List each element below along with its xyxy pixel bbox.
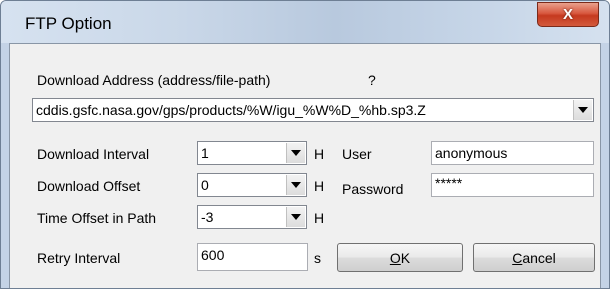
ok-label: K xyxy=(400,249,411,266)
ok-button[interactable]: OK xyxy=(337,243,463,272)
download-interval-value: 1 xyxy=(201,145,209,161)
download-offset-unit: H xyxy=(314,178,325,194)
download-address-combobox[interactable]: cddis.gsfc.nasa.gov/gps/products/%W/igu_… xyxy=(32,98,594,122)
download-offset-combobox[interactable]: 0 xyxy=(197,173,307,197)
user-field[interactable]: anonymous xyxy=(431,141,594,165)
time-offset-value: -3 xyxy=(201,209,214,225)
cancel-mnemonic: C xyxy=(512,249,523,266)
download-address-value: cddis.gsfc.nasa.gov/gps/products/%W/igu_… xyxy=(36,102,426,118)
help-icon[interactable]: ? xyxy=(368,72,376,88)
close-button[interactable]: X xyxy=(537,2,599,27)
password-field[interactable]: ***** xyxy=(431,173,594,197)
download-address-label: Download Address (address/file-path) xyxy=(37,72,271,88)
retry-interval-unit: s xyxy=(314,250,321,266)
ok-mnemonic: O xyxy=(389,249,401,266)
download-interval-dropdown-button[interactable] xyxy=(286,143,305,163)
window-title: FTP Option xyxy=(25,14,112,33)
chevron-down-icon xyxy=(291,182,301,188)
retry-interval-value: 600 xyxy=(201,247,225,263)
time-offset-dropdown-button[interactable] xyxy=(286,207,305,227)
chevron-down-icon xyxy=(291,214,301,220)
download-interval-combobox[interactable]: 1 xyxy=(197,141,307,165)
close-icon: X xyxy=(562,6,573,23)
download-offset-label: Download Offset xyxy=(37,178,141,194)
chevron-down-icon xyxy=(578,107,588,113)
download-interval-label: Download Interval xyxy=(37,146,150,162)
title-bar[interactable]: FTP Option X xyxy=(1,1,609,43)
user-label: User xyxy=(342,146,372,162)
password-value: ***** xyxy=(435,175,463,191)
cancel-label: ancel xyxy=(522,249,556,266)
password-label: Password xyxy=(342,181,404,197)
user-value: anonymous xyxy=(435,145,508,161)
retry-interval-label: Retry Interval xyxy=(37,250,121,266)
chevron-down-icon xyxy=(291,150,301,156)
retry-interval-field[interactable]: 600 xyxy=(197,243,308,271)
cancel-button[interactable]: Cancel xyxy=(473,243,595,272)
time-offset-combobox[interactable]: -3 xyxy=(197,205,307,229)
download-address-dropdown-button[interactable] xyxy=(573,100,592,120)
download-offset-value: 0 xyxy=(201,177,209,193)
download-offset-dropdown-button[interactable] xyxy=(286,175,305,195)
dialog-body: Download Address (address/file-path) ? c… xyxy=(9,43,601,288)
time-offset-unit: H xyxy=(314,210,325,226)
time-offset-label: Time Offset in Path xyxy=(37,210,157,226)
download-interval-unit: H xyxy=(314,146,325,162)
ftp-option-dialog: FTP Option X Download Address (address/f… xyxy=(0,0,610,289)
